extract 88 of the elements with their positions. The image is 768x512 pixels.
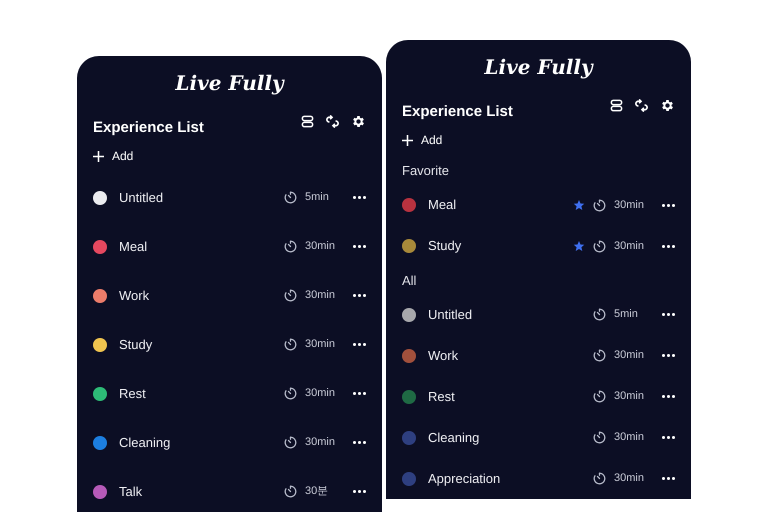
item-name: Untitled	[119, 188, 164, 207]
star-icon[interactable]	[573, 199, 585, 211]
more-icon[interactable]	[662, 204, 675, 206]
more-icon[interactable]	[353, 392, 366, 395]
experience-item[interactable]: Meal 30min	[93, 222, 366, 271]
item-name: Work	[428, 346, 458, 365]
item-name: Talk	[119, 482, 142, 501]
timer-icon	[284, 240, 297, 253]
item-name: Meal	[428, 196, 456, 214]
timer-icon	[593, 472, 606, 485]
duration-label: 5min	[305, 190, 330, 206]
item-name: Cleaning	[119, 434, 170, 452]
duration-label: 30min	[614, 430, 645, 446]
add-button[interactable]: Add	[402, 131, 513, 149]
sync-icon[interactable]	[326, 115, 339, 128]
duration-label: 30min	[305, 239, 336, 254]
settings-icon[interactable]	[660, 98, 675, 113]
item-name: Rest	[119, 384, 146, 403]
duration-label: 30분	[305, 484, 330, 500]
experience-item[interactable]: Rest 30min	[402, 376, 675, 417]
item-name: Work	[119, 286, 150, 305]
list-heading: Experience List	[402, 102, 513, 122]
duration-label: 30min	[305, 288, 336, 304]
list-heading: Experience List	[93, 118, 204, 138]
item-name: Cleaning	[428, 428, 480, 447]
duration-label: 5min	[614, 307, 639, 322]
item-name: Study	[428, 237, 462, 256]
experience-item[interactable]: Untitled 5min	[93, 173, 366, 222]
more-icon[interactable]	[662, 354, 675, 357]
settings-icon[interactable]	[351, 114, 366, 129]
more-icon[interactable]	[662, 395, 675, 398]
add-button[interactable]: Add	[93, 147, 204, 165]
item-name: Untitled	[428, 306, 472, 324]
plus-icon	[402, 134, 413, 146]
timer-icon	[593, 349, 606, 362]
timer-icon	[593, 198, 606, 212]
more-icon[interactable]	[662, 477, 675, 480]
item-name: Appreciation	[428, 470, 500, 488]
timer-icon	[284, 191, 297, 204]
more-icon[interactable]	[353, 245, 366, 248]
timer-icon	[284, 338, 297, 351]
star-icon[interactable]	[573, 240, 585, 252]
timer-icon	[284, 436, 297, 449]
duration-label: 30min	[305, 386, 336, 402]
duration-label: 30min	[614, 198, 645, 213]
more-icon[interactable]	[353, 196, 366, 199]
duration-label: 30min	[614, 389, 645, 404]
more-icon[interactable]	[662, 313, 675, 316]
item-name: Meal	[119, 238, 148, 256]
experience-item[interactable]: Appreciation 30min	[402, 458, 675, 499]
plus-icon	[93, 150, 104, 162]
timer-icon	[593, 431, 606, 444]
experience-item[interactable]: Work 30min	[402, 335, 675, 376]
duration-label: 30min	[614, 238, 645, 254]
timer-icon	[284, 485, 297, 498]
duration-label: 30min	[614, 348, 645, 364]
experience-item[interactable]: Cleaning 30min	[93, 418, 366, 467]
more-icon[interactable]	[353, 294, 366, 297]
experience-item[interactable]: Talk 30분	[93, 467, 366, 512]
experience-item[interactable]: Rest 30min	[93, 369, 366, 418]
more-icon[interactable]	[353, 343, 366, 346]
experience-item[interactable]: Study 30min	[93, 320, 366, 369]
more-icon[interactable]	[353, 490, 366, 493]
item-name: Rest	[428, 388, 455, 406]
timer-icon	[284, 387, 297, 400]
timer-icon	[284, 289, 297, 302]
sync-icon[interactable]	[635, 99, 648, 112]
timer-icon	[593, 390, 606, 403]
app-title: Live Fully	[175, 70, 284, 97]
experience-item[interactable]: Cleaning 30min	[402, 417, 675, 458]
duration-label: 30min	[305, 337, 336, 352]
experience-item[interactable]: Untitled 5min	[402, 294, 675, 335]
section-title: Favorite	[402, 162, 450, 180]
item-name: Study	[119, 336, 152, 354]
experience-item[interactable]: Meal 30min	[402, 184, 675, 226]
more-icon[interactable]	[353, 441, 366, 444]
more-icon[interactable]	[662, 436, 675, 439]
toggle-icon[interactable]	[610, 99, 623, 112]
more-icon[interactable]	[662, 244, 675, 248]
toggle-icon[interactable]	[301, 115, 314, 128]
duration-label: 30min	[614, 471, 645, 486]
experience-item[interactable]: Study 30min	[402, 226, 675, 266]
section-title: All	[402, 272, 418, 290]
timer-icon	[593, 308, 606, 321]
app-title: Live Fully	[484, 54, 593, 81]
timer-icon	[593, 240, 606, 252]
experience-item[interactable]: Work 30min	[93, 271, 366, 320]
duration-label: 30min	[305, 435, 336, 450]
